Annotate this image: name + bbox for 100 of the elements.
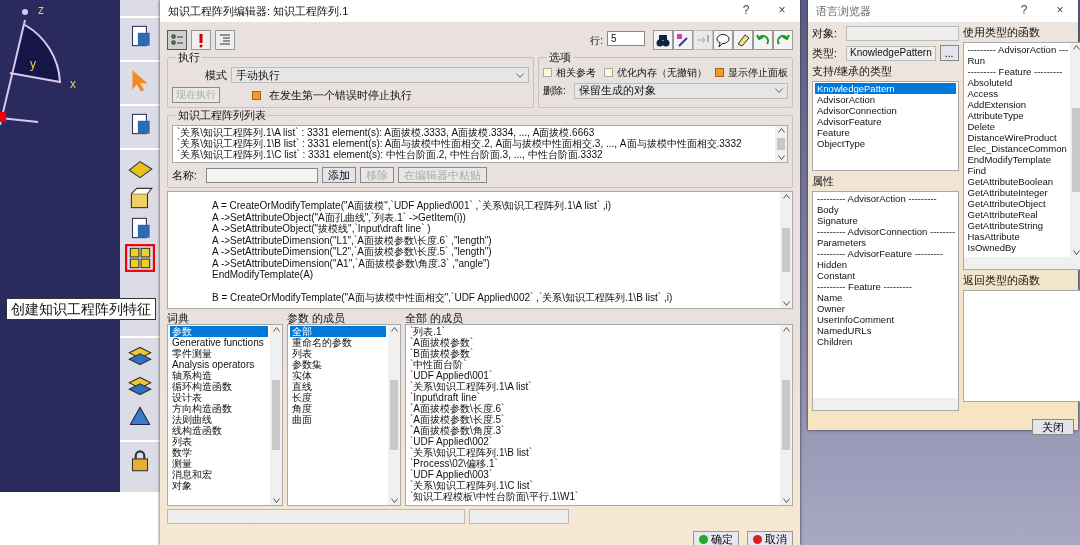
type-field[interactable]: KnowledgePattern — [846, 45, 936, 61]
close-button[interactable]: × — [772, 4, 792, 18]
list-item[interactable]: --------- AdvisorConnection -------- — [815, 226, 956, 237]
list-item[interactable]: Find — [965, 165, 1069, 176]
list-item[interactable]: `关系\知识工程阵列.1\B list` : 3331 element(s): A面与拔模中性面相交.2, A面与拔模中性面相交.3, ..., A面与拔模中性面相交.3332 — [175, 138, 773, 149]
list-item[interactable]: 轴系构造 — [170, 370, 268, 381]
speech-bubble-icon[interactable] — [713, 30, 733, 50]
list-item[interactable]: 消息和宏 — [170, 469, 268, 480]
scrollbar[interactable] — [270, 325, 282, 505]
delete-dropdown[interactable]: 保留生成的对象 — [573, 82, 788, 99]
list-item[interactable]: Hidden — [815, 259, 956, 270]
list-item[interactable]: UserInfoComment — [815, 314, 956, 325]
list-item[interactable]: Parameters — [815, 237, 956, 248]
list-item[interactable]: 全部 — [290, 326, 386, 337]
list-item[interactable]: Access — [965, 88, 1069, 99]
list-item[interactable]: 法则曲线 — [170, 414, 268, 425]
list-item[interactable]: AdvisorConnection — [815, 105, 956, 116]
list-item[interactable]: 长度 — [290, 392, 386, 403]
browse-button[interactable]: ... — [939, 45, 959, 61]
list-item[interactable]: DistanceWireProduct — [965, 132, 1069, 143]
list-item[interactable]: IsOwnedBy — [965, 242, 1069, 253]
list-item[interactable]: `UDF Applied\001` — [408, 370, 778, 381]
list-item[interactable]: `A面拔模参数\角度.3` — [408, 425, 778, 436]
list-item[interactable]: 列表 — [170, 436, 268, 447]
line-field[interactable]: 5 — [607, 31, 645, 46]
list-item[interactable]: AttributeType — [965, 110, 1069, 121]
caret-icon[interactable] — [775, 88, 783, 93]
list-item[interactable]: Owner — [815, 303, 956, 314]
undo-icon[interactable] — [753, 30, 773, 50]
list-item[interactable]: 数学 — [170, 447, 268, 458]
code-editor[interactable] — [167, 191, 793, 309]
list-item[interactable]: --------- AdvisorFeature --------- — [815, 248, 956, 259]
caret-down-icon[interactable] — [782, 498, 790, 503]
mode-toggle-button[interactable] — [215, 30, 235, 50]
list-item[interactable]: HasAttribute — [965, 231, 1069, 242]
list-item[interactable]: 列表 — [290, 348, 386, 359]
mode-toggle-button[interactable] — [167, 30, 187, 50]
list-item[interactable]: 参数集 — [290, 359, 386, 370]
list-item[interactable]: `A面拔模参数` — [408, 337, 778, 348]
object-field[interactable] — [846, 26, 959, 41]
list-item[interactable]: 对象 — [170, 480, 268, 491]
list-item[interactable]: `关系\知识工程阵列.1\C list` — [408, 480, 778, 491]
caret-up-icon[interactable] — [272, 327, 280, 332]
list-item[interactable]: 直线 — [290, 381, 386, 392]
help-button[interactable]: ? — [736, 4, 756, 18]
list-item[interactable]: --------- Feature --------- — [815, 281, 956, 292]
list-item[interactable]: Feature — [815, 127, 956, 138]
mode-toggle-button[interactable] — [191, 30, 211, 50]
scrollbar[interactable] — [780, 192, 792, 308]
list-item[interactable]: Body — [815, 204, 956, 215]
list-item[interactable]: 角度 — [290, 403, 386, 414]
scrollbar[interactable] — [388, 325, 400, 505]
list-item[interactable]: `A面拔模参数\长度.5` — [408, 414, 778, 425]
caret-down-icon[interactable] — [782, 301, 790, 306]
list-item[interactable]: --------- AdvisorAction --- — [965, 44, 1069, 55]
list-item[interactable]: GetAttributeObject — [965, 198, 1069, 209]
list-item[interactable]: 方向构造函数 — [170, 403, 268, 414]
ok-button[interactable]: 确定 — [693, 531, 739, 545]
list-item[interactable]: AbsoluteId — [965, 77, 1069, 88]
help-button[interactable]: ? — [1014, 4, 1034, 18]
list-item[interactable]: `列表.1` — [408, 326, 778, 337]
list-item[interactable]: Elec_DistanceCommon — [965, 143, 1069, 154]
caret-up-icon[interactable] — [782, 327, 790, 332]
mode-dropdown[interactable]: 手动执行 — [231, 67, 529, 83]
list-item[interactable]: GetAttributeReal — [965, 209, 1069, 220]
scrollbar[interactable] — [775, 126, 787, 162]
list-item[interactable]: `中性面台阶` — [408, 359, 778, 370]
scrollbar[interactable] — [1070, 43, 1080, 257]
list-item[interactable]: 参数 — [170, 326, 268, 337]
list-item[interactable]: AdvisorAction — [815, 94, 956, 105]
list-item[interactable]: Run — [965, 55, 1069, 66]
list-item[interactable]: `关系\知识工程阵列.1\A list` : 3331 element(s): A面拔模.3333, A面拔模.3334, ..., A面拔模.6663 — [175, 127, 773, 138]
list-item[interactable]: ObjectType — [815, 138, 956, 149]
list-item[interactable]: `知识工程模板\中性台阶面\平行.1\W1` — [408, 491, 778, 502]
scrollbar[interactable] — [780, 325, 792, 505]
list-item[interactable]: --------- Feature --------- — [965, 66, 1069, 77]
pattern-action-button[interactable]: 添加 — [322, 167, 356, 183]
list-item[interactable]: Constant — [815, 270, 956, 281]
caret-down-icon[interactable] — [777, 155, 785, 160]
list-item[interactable]: KnowledgePattern — [815, 83, 956, 94]
caret-down-icon[interactable] — [272, 498, 280, 503]
eraser-icon[interactable] — [733, 30, 753, 50]
list-item[interactable]: Generative functions — [170, 337, 268, 348]
caret-down-icon[interactable] — [390, 498, 398, 503]
checkbox[interactable] — [604, 68, 613, 78]
caret-up-icon[interactable] — [782, 194, 790, 199]
list-item[interactable]: EndModifyTemplate — [965, 154, 1069, 165]
list-item[interactable]: `UDF Applied\002` — [408, 436, 778, 447]
redo-icon[interactable] — [773, 30, 793, 50]
list-item[interactable]: GetAttributeInteger — [965, 187, 1069, 198]
close-dialog-button[interactable]: 关闭 — [1032, 419, 1074, 435]
close-button[interactable]: × — [1050, 4, 1070, 18]
caret-up-icon[interactable] — [1072, 45, 1080, 50]
list-item[interactable]: 测量 — [170, 458, 268, 469]
list-item[interactable]: NamedURLs — [815, 325, 956, 336]
list-item[interactable]: Analysis operators — [170, 359, 268, 370]
checkbox[interactable] — [252, 90, 261, 100]
caret-icon[interactable] — [516, 72, 524, 78]
checkbox[interactable] — [543, 68, 552, 78]
list-item[interactable]: 曲面 — [290, 414, 386, 425]
